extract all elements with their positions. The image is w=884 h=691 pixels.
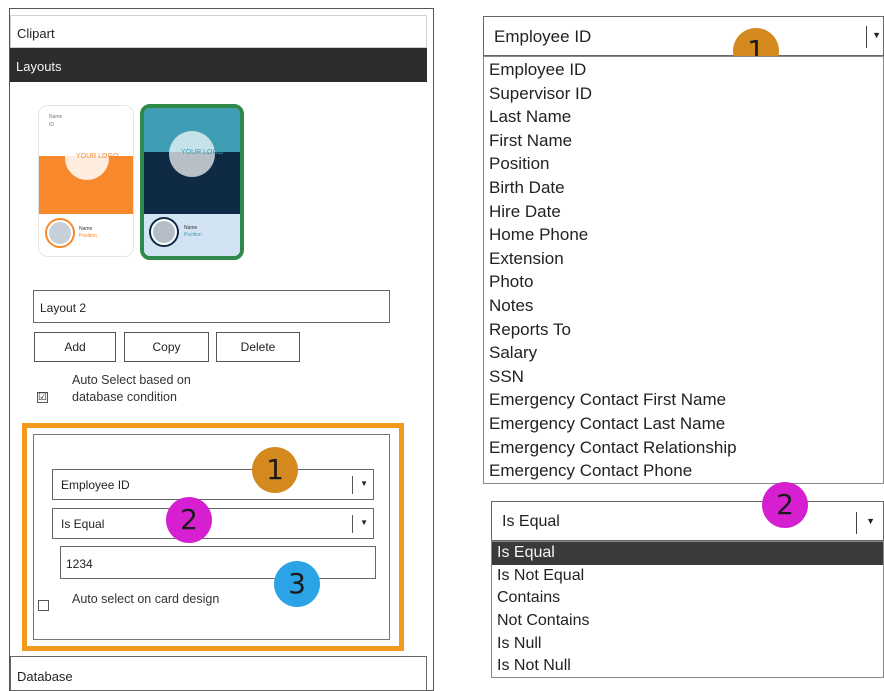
field-dropdown-expanded[interactable]: Employee ID ▼ xyxy=(483,16,884,56)
card-preview-1: Name ID YOUR LOGO Name Position xyxy=(39,106,133,256)
callout-badge-2: 2 xyxy=(762,482,808,528)
layout-thumbnail-1[interactable]: Name ID YOUR LOGO Name Position xyxy=(38,105,134,257)
svg-text:Position: Position xyxy=(79,233,97,239)
svg-text:YOUR LOGO: YOUR LOGO xyxy=(181,149,224,156)
field-option[interactable]: Employee ID xyxy=(484,58,883,82)
field-option[interactable]: Extension xyxy=(484,247,883,271)
field-option[interactable]: First Name xyxy=(484,129,883,153)
callout-badge-3: 3 xyxy=(274,561,320,607)
operator-option[interactable]: Is Null xyxy=(492,633,883,656)
operator-option[interactable]: Not Contains xyxy=(492,610,883,633)
chevron-down-icon[interactable]: ▼ xyxy=(866,516,875,526)
layouts-section-header[interactable]: Layouts xyxy=(10,48,427,82)
card-preview-2: YOUR LOGO Name Position xyxy=(144,108,240,256)
operator-options-list: Is Equal Is Not Equal Contains Not Conta… xyxy=(491,541,884,678)
combo-divider xyxy=(352,476,353,494)
field-option[interactable]: Position xyxy=(484,152,883,176)
operator-select[interactable]: Is Equal ▼ xyxy=(52,508,374,539)
auto-select-db-checkbox[interactable]: ☑ xyxy=(37,392,48,403)
delete-layout-button[interactable]: Delete xyxy=(216,332,300,362)
combo-divider xyxy=(866,26,867,48)
combo-divider xyxy=(352,515,353,533)
operator-dropdown-value: Is Equal xyxy=(502,513,560,530)
field-dropdown-value: Employee ID xyxy=(494,27,592,46)
field-option[interactable]: Salary xyxy=(484,341,883,365)
field-option[interactable]: Reports To xyxy=(484,318,883,342)
field-option[interactable]: Last Name xyxy=(484,105,883,129)
field-option[interactable]: Emergency Contact Phone xyxy=(484,459,883,483)
operator-select-value: Is Equal xyxy=(61,517,105,531)
svg-text:ID: ID xyxy=(49,122,54,128)
operator-dropdown-expanded[interactable]: Is Equal ▼ xyxy=(491,501,884,541)
operator-option[interactable]: Is Not Null xyxy=(492,655,883,678)
svg-text:Name: Name xyxy=(49,114,63,120)
callout-badge-1: 1 xyxy=(252,447,298,493)
operator-option[interactable]: Contains xyxy=(492,587,883,610)
field-option[interactable]: Emergency Contact Last Name xyxy=(484,412,883,436)
field-option[interactable]: Home Phone xyxy=(484,223,883,247)
layout-name-input[interactable]: Layout 2 xyxy=(33,290,390,323)
field-option[interactable]: Birth Date xyxy=(484,176,883,200)
svg-text:YOUR LOGO: YOUR LOGO xyxy=(76,153,119,160)
operator-option-selected[interactable]: Is Equal xyxy=(492,542,883,565)
database-section-header[interactable]: Database xyxy=(10,656,427,691)
field-option[interactable]: Hire Date xyxy=(484,200,883,224)
field-option[interactable]: Photo xyxy=(484,270,883,294)
layout-thumbnail-2-selected[interactable]: YOUR LOGO Name Position xyxy=(140,104,244,260)
operator-option[interactable]: Is Not Equal xyxy=(492,565,883,588)
field-select[interactable]: Employee ID ▼ xyxy=(52,469,374,500)
auto-select-card-checkbox[interactable] xyxy=(38,600,49,611)
chevron-down-icon[interactable]: ▼ xyxy=(360,479,368,488)
clipart-section-header[interactable]: Clipart xyxy=(10,15,427,48)
field-option[interactable]: Emergency Contact First Name xyxy=(484,388,883,412)
svg-text:Name: Name xyxy=(79,226,93,232)
auto-select-card-label: Auto select on card design xyxy=(72,592,220,606)
field-option[interactable]: SSN xyxy=(484,365,883,389)
combo-divider xyxy=(856,512,857,534)
copy-layout-button[interactable]: Copy xyxy=(124,332,209,362)
field-options-list: Employee ID Supervisor ID Last Name Firs… xyxy=(483,56,884,484)
svg-text:Name: Name xyxy=(184,225,198,231)
add-layout-button[interactable]: Add xyxy=(34,332,116,362)
field-option[interactable]: Notes xyxy=(484,294,883,318)
field-select-value: Employee ID xyxy=(61,478,130,492)
chevron-down-icon[interactable]: ▼ xyxy=(360,518,368,527)
field-option[interactable]: Emergency Contact Relationship xyxy=(484,436,883,460)
callout-badge-2: 2 xyxy=(166,497,212,543)
condition-value-input[interactable]: 1234 xyxy=(60,546,376,579)
field-option[interactable]: Supervisor ID xyxy=(484,82,883,106)
svg-text:Position: Position xyxy=(184,232,202,238)
chevron-down-icon[interactable]: ▼ xyxy=(872,30,881,40)
auto-select-db-label: Auto Select based on database condition xyxy=(72,373,191,404)
